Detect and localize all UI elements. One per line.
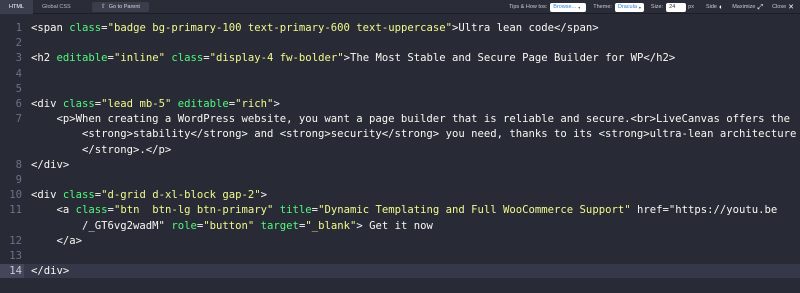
line-number: 4	[15, 67, 22, 80]
code-line[interactable]: 13	[0, 249, 800, 263]
code-text: <p>When creating a WordPress website, yo…	[31, 113, 790, 126]
line-number: 13	[9, 250, 22, 262]
code-line[interactable]: </strong>.</p>	[0, 143, 800, 157]
maximize-button[interactable]: Maximize ⤢	[732, 4, 763, 11]
code-line[interactable]: 3 <h2 editable="inline" class="display-4 …	[0, 51, 800, 65]
side-button[interactable]: Side ◐	[706, 4, 723, 11]
tab-global-css[interactable]: Global CSS	[33, 0, 80, 14]
arrow-up-icon: ⇧	[100, 3, 106, 10]
side-label: Side	[705, 4, 717, 10]
chevron-down-icon: ▾	[578, 4, 581, 10]
code-text: </div>	[31, 265, 70, 278]
tips-select-value: Browse...	[553, 4, 577, 10]
code-line[interactable]: 7 <p>When creating a WordPress website, …	[0, 112, 800, 126]
close-icon: ✕	[788, 3, 794, 11]
code-line[interactable]: 14 </div>	[0, 264, 800, 279]
code-editor[interactable]: 1 <span class="badge bg-primary-100 text-…	[0, 14, 800, 293]
code-text: <strong>stability</strong> and <strong>s…	[31, 128, 797, 141]
line-number: 9	[15, 174, 22, 186]
line-number: 12	[9, 234, 22, 247]
tips-label: Tips & How tos:	[508, 4, 548, 10]
code-line[interactable]: 11 <a class="btn btn-lg btn-primary" tit…	[0, 203, 800, 217]
go-to-parent-label: Go to Parent	[108, 3, 140, 10]
close-label: Close	[772, 4, 787, 10]
code-line[interactable]: /_GT6vg2wadM" role="button" target="_bla…	[0, 219, 800, 233]
font-size-input[interactable]: 24	[666, 2, 687, 12]
line-number: 8	[15, 158, 22, 171]
line-number: 14	[9, 265, 22, 278]
toolbar-right-group: Tips & How tos: Browse... ▾ Theme: Dracu…	[509, 0, 800, 14]
code-line[interactable]: 4	[0, 67, 800, 81]
line-number: 11	[9, 204, 22, 217]
line-number: 1	[15, 22, 22, 34]
line-number: 3	[15, 52, 22, 65]
code-text: <h2 editable="inline" class="display-4 f…	[31, 52, 676, 65]
maximize-label: Maximize	[732, 4, 756, 10]
code-line[interactable]: 12 </a>	[0, 234, 800, 248]
code-text: </div>	[31, 158, 70, 171]
tips-select[interactable]: Browse... ▾	[550, 2, 587, 12]
font-size-value: 24	[669, 4, 676, 10]
font-size-unit: px	[688, 4, 694, 10]
line-number: 10	[9, 189, 22, 202]
code-line[interactable]: 2	[0, 36, 800, 50]
editor-toolbar: HTML Global CSS ⇧ Go to Parent Tips & Ho…	[0, 0, 800, 14]
code-line[interactable]: <strong>stability</strong> and <strong>s…	[0, 127, 800, 141]
tab-html[interactable]: HTML	[0, 0, 33, 14]
code-text: <span class="badge bg-primary-100 text-p…	[31, 22, 599, 34]
code-text: <div class="d-grid d-xl-block gap-2">	[31, 189, 268, 202]
code-line[interactable]: 9	[0, 173, 800, 187]
code-line[interactable]: 10 <div class="d-grid d-xl-block gap-2">	[0, 188, 800, 202]
theme-label: Theme:	[593, 4, 612, 10]
line-number: 2	[15, 37, 22, 50]
side-dock-icon: ◐	[718, 3, 724, 11]
code-line[interactable]: 6 <div class="lead mb-5" editable="rich">	[0, 97, 800, 111]
theme-select-value: Dracula	[617, 4, 637, 10]
line-number: 5	[15, 82, 22, 95]
size-label: Size:	[650, 4, 664, 10]
line-number: 6	[15, 98, 22, 110]
close-button[interactable]: Close ✕	[772, 4, 794, 11]
code-text: </a>	[31, 234, 83, 247]
theme-select[interactable]: Dracula ▾	[614, 2, 644, 12]
chevron-down-icon: ▾	[638, 4, 641, 10]
code-text: <a class="btn btn-lg btn-primary" title=…	[31, 204, 778, 217]
go-to-parent-button[interactable]: ⇧ Go to Parent	[91, 1, 149, 12]
code-text: /_GT6vg2wadM" role="button" target="_bla…	[31, 219, 433, 232]
code-line[interactable]: 8 </div>	[0, 158, 800, 172]
code-line[interactable]: 1 <span class="badge bg-primary-100 text-…	[0, 21, 800, 35]
code-line[interactable]: 5	[0, 82, 800, 96]
code-text: </strong>.</p>	[31, 143, 172, 156]
maximize-icon: ⤢	[757, 3, 764, 11]
line-number: 7	[15, 113, 22, 126]
code-text: <div class="lead mb-5" editable="rich">	[31, 98, 280, 110]
